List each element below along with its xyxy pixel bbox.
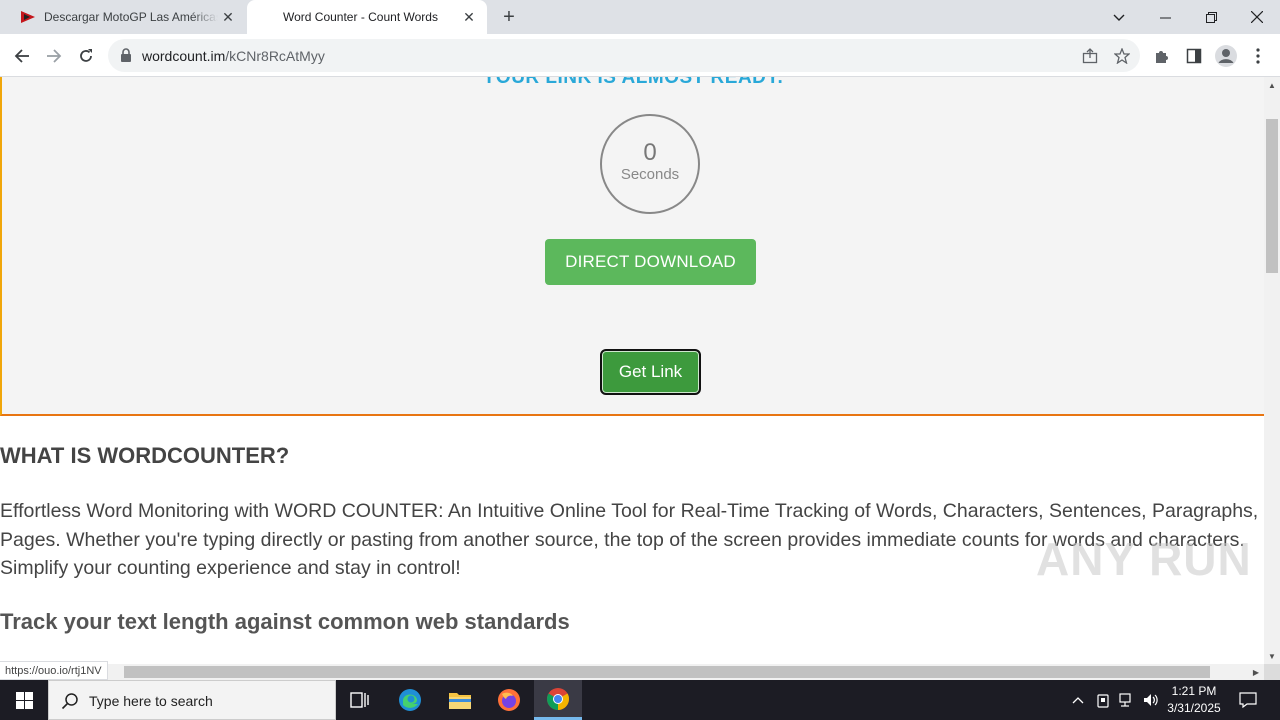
share-icon[interactable] <box>1080 46 1100 66</box>
menu-kebab-icon[interactable] <box>1244 42 1272 70</box>
task-view-icon[interactable] <box>340 680 380 720</box>
horizontal-scrollbar[interactable]: ▶ <box>0 664 1264 680</box>
restore-button[interactable] <box>1188 0 1234 34</box>
url-text[interactable]: wordcount.im/kCNr8RcAtMyy <box>142 48 325 64</box>
tab-close-icon[interactable]: ✕ <box>218 7 238 27</box>
tab-motogp[interactable]: Descargar MotoGP Las Américas ✕ <box>8 0 246 34</box>
taskbar-clock[interactable]: 1:21 PM 3/31/2025 <box>1160 683 1228 717</box>
volume-icon[interactable] <box>1140 680 1162 720</box>
file-explorer-icon[interactable] <box>440 680 480 720</box>
edge-browser-icon[interactable] <box>390 680 430 720</box>
tab-search-chevron-icon[interactable] <box>1096 0 1142 34</box>
timer-value: 0 <box>643 139 657 166</box>
anyrun-watermark: ANY RUN <box>1036 533 1252 585</box>
new-tab-button[interactable]: + <box>498 6 520 28</box>
get-link-button[interactable]: Get Link <box>600 349 701 395</box>
tab-strip: Descargar MotoGP Las Américas ✕ Word Cou… <box>0 0 1280 34</box>
reload-icon[interactable] <box>72 42 100 70</box>
taskbar-search-box[interactable]: Type here to search <box>48 680 336 720</box>
motogp-favicon-icon <box>20 9 36 25</box>
tab-close-icon[interactable]: ✕ <box>459 7 479 27</box>
browser-toolbar: wordcount.im/kCNr8RcAtMyy <box>0 34 1280 77</box>
minimize-button[interactable] <box>1142 0 1188 34</box>
network-icon[interactable] <box>1116 680 1138 720</box>
lock-icon[interactable] <box>120 48 132 67</box>
scroll-down-arrow-icon[interactable]: ▼ <box>1264 648 1280 664</box>
chrome-taskbar-icon[interactable] <box>534 680 582 720</box>
show-hidden-icons-chevron-icon[interactable] <box>1068 680 1088 720</box>
scroll-right-arrow-icon[interactable]: ▶ <box>1248 664 1264 680</box>
tab-title: Word Counter - Count Words <box>283 10 438 24</box>
link-ready-heading: YOUR LINK IS ALMOST READY. <box>482 77 784 88</box>
close-window-button[interactable] <box>1234 0 1280 34</box>
url-host: wordcount.im <box>142 48 226 64</box>
windows-start-icon[interactable] <box>0 680 48 720</box>
what-is-heading: WHAT IS WORDCOUNTER? <box>0 443 290 468</box>
vertical-scrollbar[interactable]: ▲ ▼ <box>1264 77 1280 664</box>
back-arrow-icon[interactable] <box>8 42 36 70</box>
notifications-icon[interactable] <box>1234 680 1262 720</box>
scroll-up-arrow-icon[interactable]: ▲ <box>1264 77 1280 93</box>
horizontal-scroll-thumb[interactable] <box>124 666 1210 678</box>
vertical-scroll-thumb[interactable] <box>1266 119 1278 273</box>
status-url-tooltip: https://ouo.io/rtj1NV <box>0 661 108 680</box>
direct-download-button[interactable]: DIRECT DOWNLOAD <box>545 239 756 285</box>
side-panel-icon[interactable] <box>1180 42 1208 70</box>
extensions-puzzle-icon[interactable] <box>1148 42 1176 70</box>
timer-label: Seconds <box>620 166 680 183</box>
countdown-timer: 0 Seconds <box>600 114 700 214</box>
track-heading: Track your text length against common we… <box>0 609 570 634</box>
device-tray-icon[interactable] <box>1092 680 1114 720</box>
clock-date: 3/31/2025 <box>1167 701 1221 715</box>
search-icon <box>61 692 79 715</box>
windows-taskbar: Type here to search 1:21 PM 3/31/2025 <box>0 680 1280 720</box>
bookmark-star-icon[interactable] <box>1112 46 1132 66</box>
tab-word-counter[interactable]: Word Counter - Count Words ✕ <box>247 0 487 34</box>
address-bar[interactable]: wordcount.im/kCNr8RcAtMyy <box>108 39 1140 72</box>
profile-avatar-icon[interactable] <box>1212 42 1240 70</box>
firefox-icon[interactable] <box>489 680 529 720</box>
tab-title: Descargar MotoGP Las Américas <box>44 10 218 24</box>
url-path: /kCNr8RcAtMyy <box>225 48 325 64</box>
clock-time: 1:21 PM <box>1171 684 1217 698</box>
search-placeholder: Type here to search <box>89 693 213 709</box>
scroll-corner <box>1264 664 1280 680</box>
download-panel: YOUR LINK IS ALMOST READY. 0 Seconds DIR… <box>0 77 1264 416</box>
forward-arrow-icon[interactable] <box>40 42 68 70</box>
